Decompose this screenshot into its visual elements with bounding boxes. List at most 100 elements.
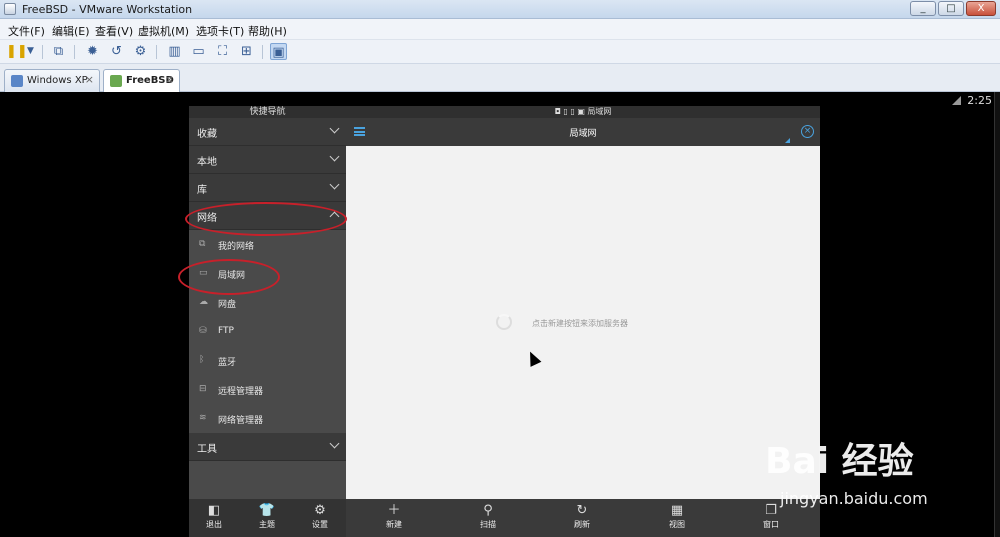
section-favorites[interactable]: 收藏 [189,118,346,146]
loading-spinner-icon [496,314,512,330]
close-icon[interactable]: × [85,73,94,86]
refresh-icon: ↻ [576,503,588,518]
section-library[interactable]: 库 [189,174,346,202]
settings-button[interactable]: ⚙ 设置 [305,503,335,530]
snapshot-icon[interactable]: ✹ [84,43,101,60]
window-title: FreeBSD - VMware Workstation [22,3,193,16]
console-icon[interactable]: ▭ [190,43,207,60]
sidebar-item-ftp[interactable]: ⛁ FTP [189,317,346,346]
clock: 2:25 [967,94,992,107]
scan-button[interactable]: ⚲ 扫描 [473,503,503,530]
bottom-action-bar: ＋ 新建 ⚲ 扫描 ↻ 刷新 ▦ 视图 ❐ 窗口 [346,499,820,537]
maximize-button[interactable]: □ [938,1,964,16]
my-network-icon: ⧉ [199,239,206,249]
sidebar-item-remote-manager[interactable]: ⊟ 远程管理器 [189,375,346,404]
menu-vm[interactable]: 虚拟机(M) [138,23,189,39]
ftp-icon: ⛁ [199,326,207,336]
menu-help[interactable]: 帮助(H) [248,23,287,39]
sidebar-item-label: 远程管理器 [218,387,264,397]
section-label: 库 [197,185,207,196]
search-icon: ⚲ [483,503,493,518]
button-label: 刷新 [574,520,590,529]
status-label: 局域网 [587,107,612,116]
wifi-icon: ≋ [199,413,207,423]
lan-content-area[interactable]: 点击新建按钮来添加服务器 [346,146,820,499]
vmware-app-icon [4,3,16,15]
plus-icon: ＋ [387,503,401,518]
empty-hint: 点击新建按钮来添加服务器 [532,319,628,328]
vm-icon [110,75,122,87]
close-button[interactable]: X [966,1,996,16]
tab-freebsd[interactable]: FreeBSD × [103,69,180,92]
baidu-watermark: Bai 经验 jingyan.baidu.com [760,432,960,522]
tab-strip: Windows XP × FreeBSD × [0,64,1000,92]
chevron-down-icon [329,438,340,449]
app-bar: 局域网 × [346,118,820,146]
fullscreen-icon[interactable]: ⛶ [214,43,231,60]
network-icon[interactable]: ⧉ [50,43,67,60]
page-title: 局域网 [569,129,597,139]
tab-label: Windows XP [27,75,88,86]
section-local[interactable]: 本地 [189,146,346,174]
revert-icon[interactable]: ↺ [108,43,125,60]
button-label: 退出 [206,520,222,529]
unity-icon[interactable]: ⊞ [238,43,255,60]
sidebar-item-label: 我的网络 [218,242,255,252]
sidebar-bottom-bar: ◧ 退出 👕 主题 ⚙ 设置 [189,499,346,537]
menu-edit[interactable]: 编辑(E) [52,23,90,39]
chevron-down-icon [329,179,340,190]
chevron-down-icon [329,123,340,134]
exit-icon: ◧ [207,503,221,518]
toolbar: ❚❚ ▼ ⧉ ✹ ↺ ⚙ ▥ ▭ ⛶ ⊞ ▣ [0,40,1000,64]
menu-bar: 文件(F) 编辑(E) 查看(V) 虚拟机(M) 选项卡(T) 帮助(H) [0,19,1000,40]
view-button[interactable]: ▦ 视图 [662,503,692,530]
sidebar-icon[interactable]: ▥ [166,43,183,60]
menu-view[interactable]: 查看(V) [95,23,133,39]
signal-icon [951,96,961,105]
dropdown-icon[interactable]: ▼ [22,43,39,60]
annotation-ring-network [185,202,347,236]
title-bar: FreeBSD - VMware Workstation _ □ X [0,0,1000,19]
view-icon[interactable]: ▣ [270,43,287,60]
file-manager-app: 快捷导航 收藏 本地 库 网络 ⧉ 我的网络 ▭ 局域网 ☁ 网盘 ⛁ FTP … [189,106,820,537]
sidebar-item-label: 网络管理器 [218,416,264,426]
vertical-scrollbar[interactable] [994,92,1000,537]
bluetooth-icon: ᛒ [199,355,205,365]
exit-button[interactable]: ◧ 退出 [199,503,229,530]
system-status: 2:25 [951,94,992,107]
new-button[interactable]: ＋ 新建 [379,503,409,530]
gear-icon: ⚙ [314,503,326,518]
mouse-cursor-icon [524,349,542,367]
sidebar-item-bluetooth[interactable]: ᛒ 蓝牙 [189,346,346,375]
theme-button[interactable]: 👕 主题 [252,503,282,530]
close-circle-icon[interactable]: × [801,125,814,138]
manage-icon[interactable]: ⚙ [132,43,149,60]
quick-nav-sidebar: 快捷导航 收藏 本地 库 网络 ⧉ 我的网络 ▭ 局域网 ☁ 网盘 ⛁ FTP … [189,106,346,537]
toolbar-separator [262,45,263,59]
window-controls: _ □ X [910,1,996,16]
menu-file[interactable]: 文件(F) [8,23,45,39]
watermark-url: jingyan.baidu.com [780,489,928,508]
section-label: 本地 [197,157,217,168]
button-label: 视图 [669,520,685,529]
sidebar-title: 快捷导航 [189,106,346,118]
pause-icon[interactable]: ❚❚ [6,43,28,60]
chevron-down-icon [329,151,340,162]
tab-windows-xp[interactable]: Windows XP × [4,69,100,92]
button-label: 扫描 [480,520,496,529]
menu-tabs[interactable]: 选项卡(T) [196,23,244,39]
sidebar-item-label: FTP [218,326,234,336]
minimize-button[interactable]: _ [910,1,936,16]
sidebar-item-label: 网盘 [218,300,237,310]
section-tools[interactable]: 工具 [189,433,346,461]
button-label: 新建 [386,520,402,529]
sidebar-item-label: 蓝牙 [218,358,237,368]
vm-icon [11,75,23,87]
refresh-button[interactable]: ↻ 刷新 [567,503,597,530]
corner-indicator-icon [785,138,790,143]
toolbar-separator [156,45,157,59]
close-icon[interactable]: × [165,73,174,86]
sidebar-item-network-manager[interactable]: ≋ 网络管理器 [189,404,346,433]
shirt-icon: 👕 [258,503,276,518]
status-icons: ◘ ▯ ▯ ▣ [554,107,588,116]
